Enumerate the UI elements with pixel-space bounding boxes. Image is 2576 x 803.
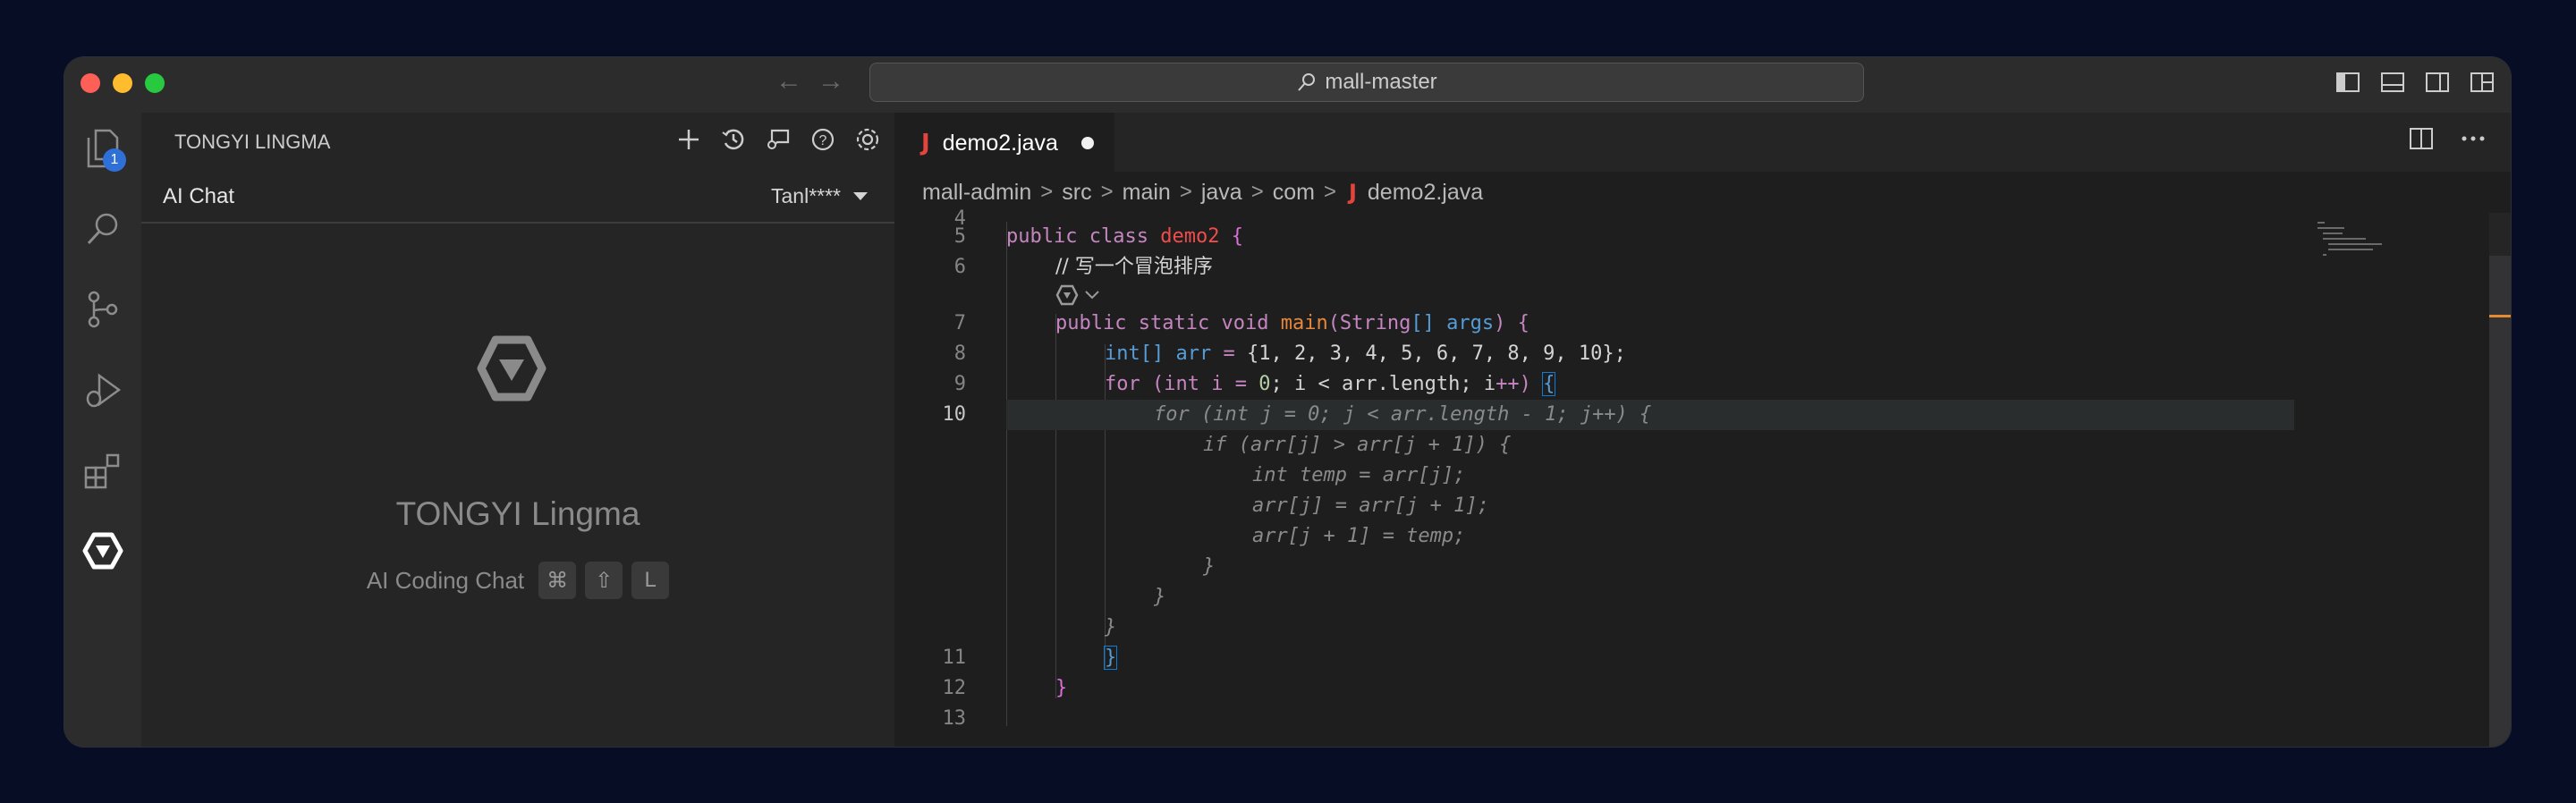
ghost-line: if (arr[j] > arr[j + 1]) { <box>1203 434 1512 456</box>
code-line: 7 public static void main(String[] args)… <box>894 309 2496 339</box>
run-and-debug-icon[interactable] <box>78 365 128 415</box>
ghost-line: } <box>1154 586 1166 608</box>
breadcrumb-item[interactable]: main <box>1123 180 1171 206</box>
new-chat-icon[interactable] <box>674 125 703 154</box>
ghost-line: arr[j] = arr[j + 1]; <box>1252 494 1489 517</box>
title-bar: ← → mall-master <box>64 57 2511 114</box>
shift-key: ⇧ <box>585 562 623 599</box>
help-icon[interactable]: ? <box>809 125 837 154</box>
sidebar-header: TONGYI LINGMA ? <box>141 113 894 168</box>
unsaved-dot-icon[interactable] <box>1080 137 1094 149</box>
code-line: 13 <box>894 704 2496 734</box>
code-line: 8 int[] arr = {1, 2, 3, 4, 5, 6, 7, 8, 9… <box>894 339 2496 369</box>
search-icon <box>1298 73 1316 91</box>
tongyi-lingma-icon[interactable] <box>78 526 128 576</box>
toggle-secondary-sidebar-icon[interactable] <box>2423 68 2452 97</box>
line-number: 9 <box>953 373 966 395</box>
chevron-down-icon <box>1085 291 1099 300</box>
vertical-scrollbar[interactable] <box>2489 213 2511 747</box>
chat-header: AI Chat Tanl**** <box>141 168 894 224</box>
account-name: Tanl**** <box>771 184 841 207</box>
account-dropdown[interactable]: Tanl**** <box>771 184 868 208</box>
shortcut-label: AI Coding Chat <box>366 566 525 594</box>
editor-area: J demo2.java mall-admin > src > main > java… <box>894 113 2511 747</box>
activity-bar: 1 <box>64 113 141 747</box>
ghost-line: } <box>1203 555 1216 578</box>
extensions-icon[interactable] <box>78 445 128 495</box>
line-number: 11 <box>942 647 967 669</box>
customize-layout-icon[interactable] <box>2468 68 2496 97</box>
chevron-right-icon: > <box>1250 180 1264 204</box>
scrollbar-marker <box>2489 315 2511 317</box>
ghost-line: arr[j + 1] = temp; <box>1252 525 1466 547</box>
forward-arrow-icon[interactable]: → <box>818 68 844 95</box>
lingma-logo-icon <box>476 334 547 407</box>
ghost-line: int temp = arr[j]; <box>1252 464 1466 486</box>
shortcut-hint: AI Coding Chat ⌘ ⇧ L <box>141 562 894 599</box>
line-number: 6 <box>953 256 966 278</box>
search-text: mall-master <box>1325 70 1437 94</box>
brand-title: TONGYI Lingma <box>395 495 640 532</box>
chat-welcome: TONGYI Lingma AI Coding Chat ⌘ ⇧ L <box>141 224 894 747</box>
ghost-suggestion: for (int j = 0; j < arr.length - 1; j++)… <box>1154 403 1652 426</box>
tab-label: demo2.java <box>942 130 1058 156</box>
breadcrumb-item[interactable]: java <box>1201 180 1242 206</box>
chevron-down-icon <box>853 192 868 200</box>
toggle-primary-sidebar-icon[interactable] <box>2334 68 2362 97</box>
minimap[interactable] <box>2318 220 2425 274</box>
explorer-icon[interactable]: 1 <box>78 123 128 173</box>
code-line: 12 } <box>894 673 2496 704</box>
explorer-badge: 1 <box>103 148 126 172</box>
line-number: 8 <box>953 342 966 365</box>
minimize-window-button[interactable] <box>113 73 132 93</box>
scrollbar-thumb[interactable] <box>2489 256 2511 747</box>
back-arrow-icon[interactable]: ← <box>775 68 802 95</box>
breadcrumb-item[interactable]: mall-admin <box>922 180 1031 206</box>
lingma-inline-icon <box>1055 284 1079 306</box>
close-window-button[interactable] <box>80 73 100 93</box>
vscode-window: ← → mall-master 1 TONGYI LINGMA ? AI Cha… <box>64 57 2511 747</box>
code-line: 11 } <box>894 643 2496 673</box>
toggle-panel-icon[interactable] <box>2378 68 2407 97</box>
code-line: 6 // 写一个冒泡排序 <box>894 252 2496 283</box>
breadcrumb-item[interactable]: demo2.java <box>1368 180 1483 206</box>
java-file-icon: J <box>921 130 930 156</box>
code-line: 10 for (int j = 0; j < arr.length - 1; j… <box>894 400 2496 430</box>
ghost-line: } <box>1105 616 1117 638</box>
code-comment: // 写一个冒泡排序 <box>1055 256 1213 278</box>
tab-bar: J demo2.java <box>894 113 2511 172</box>
chevron-right-icon: > <box>1179 180 1192 204</box>
lingma-inline-action[interactable] <box>1055 284 1100 306</box>
command-key: ⌘ <box>538 562 577 599</box>
line-number: 5 <box>953 225 966 248</box>
code-line: 5 public class demo2 { <box>894 222 2496 252</box>
line-number: 12 <box>942 677 967 699</box>
svg-text:?: ? <box>819 133 827 148</box>
maximize-window-button[interactable] <box>145 73 165 93</box>
split-editor-icon[interactable] <box>2409 127 2434 155</box>
code-view[interactable]: 4 5 public class demo2 { 6 // 写一个冒泡排序 7 … <box>894 207 2511 747</box>
search-view-icon[interactable] <box>78 204 128 254</box>
tab-demo2-java[interactable]: J demo2.java <box>894 113 1114 172</box>
lingma-sidebar: TONGYI LINGMA ? AI Chat Tanl**** TONGYI … <box>141 113 895 747</box>
chevron-right-icon: > <box>1100 180 1114 204</box>
chevron-right-icon: > <box>1040 180 1054 204</box>
history-icon[interactable] <box>719 125 748 154</box>
sidebar-title: TONGYI LINGMA <box>174 131 331 153</box>
settings-gear-icon[interactable] <box>853 125 882 154</box>
chevron-right-icon: > <box>1323 180 1336 204</box>
breadcrumb-item[interactable]: src <box>1062 180 1091 206</box>
chat-title: AI Chat <box>163 184 235 208</box>
line-number: 13 <box>942 707 967 730</box>
l-key: L <box>631 562 670 599</box>
source-control-icon[interactable] <box>78 284 128 334</box>
line-number: 7 <box>953 312 966 334</box>
code-line: 9 for (int i = 0; i < arr.length; i++) { <box>894 369 2496 400</box>
command-center-search[interactable]: mall-master <box>869 63 1864 102</box>
breadcrumb-item[interactable]: com <box>1273 180 1315 206</box>
more-actions-icon[interactable] <box>2461 127 2486 155</box>
feedback-icon[interactable] <box>764 125 792 154</box>
java-file-icon: J <box>1348 180 1357 205</box>
line-number: 10 <box>942 403 967 426</box>
